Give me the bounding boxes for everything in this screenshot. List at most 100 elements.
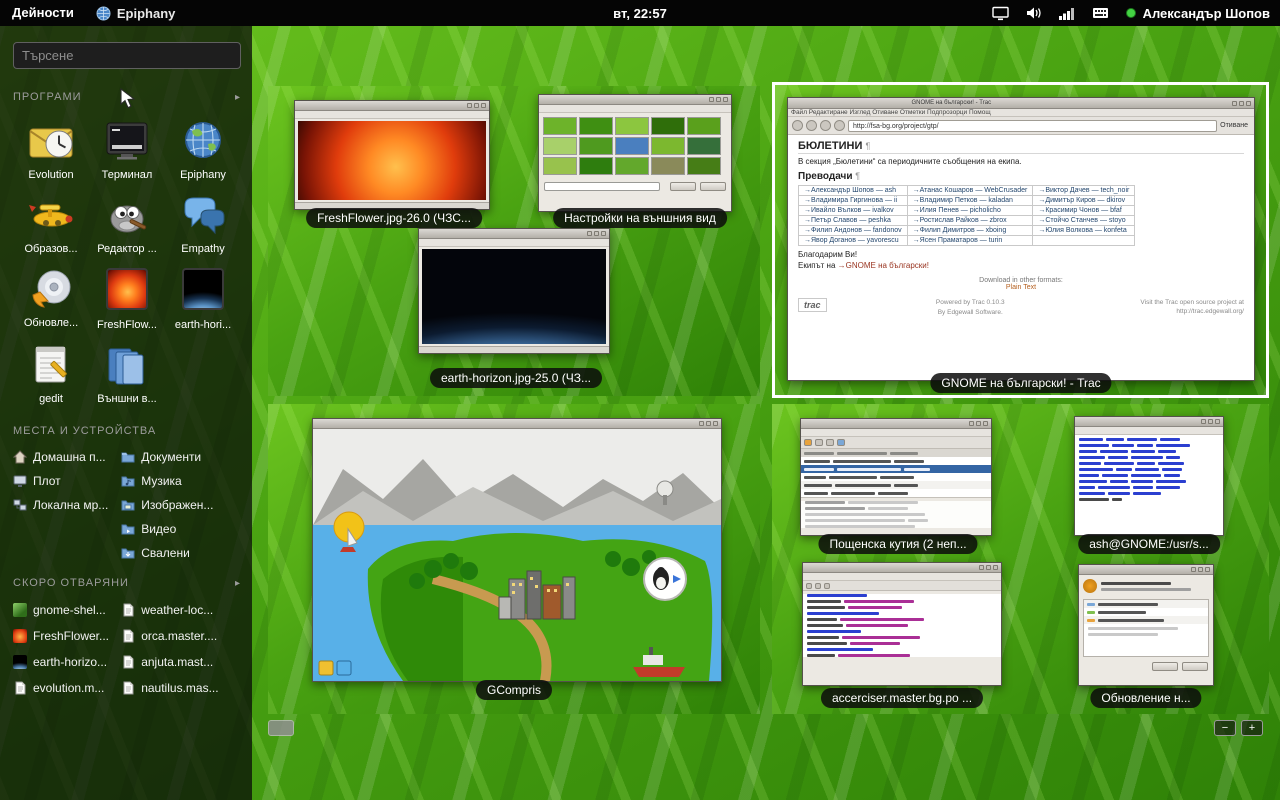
update-cancel-button[interactable] xyxy=(1152,662,1178,671)
place-music[interactable]: Музика xyxy=(121,469,241,493)
update-install-button[interactable] xyxy=(1182,662,1208,671)
window-terminal[interactable] xyxy=(1074,416,1224,536)
window-earth-horizon[interactable] xyxy=(418,228,610,354)
place-videos[interactable]: Видео xyxy=(121,517,241,541)
toolbar-button[interactable] xyxy=(815,583,821,589)
user-menu[interactable]: Александър Шопов xyxy=(1126,6,1270,21)
forward-icon[interactable] xyxy=(806,120,817,131)
app-item-gcompris[interactable]: Образов... xyxy=(13,187,89,261)
translator-cell[interactable]: →Ясен Праматаров — turin xyxy=(907,236,1033,246)
recent-item-weather[interactable]: weather-loc... xyxy=(121,597,241,623)
window-freshflower[interactable] xyxy=(294,100,490,210)
place-desktop[interactable]: Плот xyxy=(13,469,121,493)
home-icon[interactable] xyxy=(834,120,845,131)
appearance-combo[interactable] xyxy=(544,182,660,191)
window-software-update[interactable] xyxy=(1078,564,1214,686)
place-downloads[interactable]: Свалени xyxy=(121,541,241,565)
workspace-1[interactable]: FreshFlower.jpg-26.0 (ЧЗС... Настройки н… xyxy=(268,86,760,396)
plain-text-link[interactable]: Plain Text xyxy=(1006,284,1036,291)
display-icon[interactable] xyxy=(992,6,1009,21)
list-item[interactable] xyxy=(801,481,991,489)
volume-icon[interactable] xyxy=(1026,6,1042,20)
window-appearance[interactable] xyxy=(538,94,732,212)
place-home[interactable]: Домашна п... xyxy=(13,445,121,469)
list-item[interactable] xyxy=(801,473,991,481)
list-item[interactable] xyxy=(801,465,991,473)
translator-cell[interactable]: →Красимир Чонов — bfaf xyxy=(1033,206,1135,216)
focused-app-menu[interactable]: Epiphany xyxy=(96,6,176,21)
recent-item-evolution-file[interactable]: evolution.m... xyxy=(13,675,121,701)
window-po-editor[interactable] xyxy=(802,562,1002,686)
app-item-software-update[interactable]: Обновле... xyxy=(13,261,89,337)
app-item-earth-horizon[interactable]: earth-hori... xyxy=(165,261,241,337)
team-link[interactable]: →GNOME на български! xyxy=(838,261,929,270)
clock[interactable]: вт, 22:57 xyxy=(613,6,667,21)
app-item-gedit[interactable]: gedit xyxy=(13,337,89,411)
translator-cell[interactable]: →Александър Шопов — ash xyxy=(799,186,908,196)
appearance-button[interactable] xyxy=(670,182,696,191)
translator-cell[interactable]: →Ивайло Вълков — ivalkov xyxy=(799,206,908,216)
list-item[interactable] xyxy=(1084,616,1208,624)
go-button[interactable]: Отиване xyxy=(1220,122,1250,129)
app-item-epiphany[interactable]: Epiphany xyxy=(165,113,241,187)
back-icon[interactable] xyxy=(792,120,803,131)
keyboard-icon[interactable] xyxy=(1092,6,1109,20)
translator-cell[interactable]: →Юлия Волкова — konfeta xyxy=(1033,226,1135,236)
translator-cell[interactable]: →Явор Доганов — yavorescu xyxy=(799,236,908,246)
workspace-4[interactable]: Пощенска кутия (2 неп... ash@GNOME:/usr/… xyxy=(772,404,1269,714)
app-item-empathy[interactable]: Empathy xyxy=(165,187,241,261)
workspace-add-button[interactable]: + xyxy=(1241,720,1263,736)
translator-cell[interactable]: →Петър Славов — peshka xyxy=(799,216,908,226)
window-mail[interactable] xyxy=(800,418,992,536)
terminal-output[interactable] xyxy=(1075,438,1223,504)
browser-menubar[interactable]: Файл Редактиране Изглед Отиване Отметки … xyxy=(788,109,1254,117)
translator-cell[interactable]: →Атанас Кошаров — WebCrusader xyxy=(907,186,1033,196)
activities-button[interactable]: Дейности xyxy=(0,0,86,26)
workspace-2[interactable]: GNOME на български! - Trac Файл Редактир… xyxy=(772,82,1269,398)
chevron-right-icon[interactable]: ▸ xyxy=(235,92,241,103)
address-bar[interactable]: http://fsa-bg.org/project/gtp/ xyxy=(848,120,1217,132)
place-local-network[interactable]: Локална мр... xyxy=(13,493,121,517)
toolbar-button[interactable] xyxy=(815,439,823,446)
recent-item-orca[interactable]: orca.master.... xyxy=(121,623,241,649)
window-epiphany-trac[interactable]: GNOME на български! - Trac Файл Редактир… xyxy=(787,97,1255,381)
translator-cell[interactable]: →Виктор Дачев — tech_noir xyxy=(1033,186,1135,196)
editor-text-area[interactable] xyxy=(803,594,1001,657)
toolbar-button[interactable] xyxy=(826,439,834,446)
translator-cell[interactable]: →Стойчо Станчев — stoyo xyxy=(1033,216,1135,226)
translator-cell[interactable]: →Филип Димитров — xboing xyxy=(907,226,1033,236)
list-item[interactable] xyxy=(801,457,991,465)
search-input[interactable] xyxy=(13,42,241,69)
translator-cell[interactable]: →Владимира Гиргинова — ii xyxy=(799,196,908,206)
reload-icon[interactable] xyxy=(820,120,831,131)
recent-item-freshflower[interactable]: FreshFlower... xyxy=(13,623,121,649)
recent-item-anjuta[interactable]: anjuta.mast... xyxy=(121,649,241,675)
pilcrow-anchor[interactable]: ¶ xyxy=(855,171,860,181)
toolbar-button[interactable] xyxy=(824,583,830,589)
list-item[interactable] xyxy=(1084,600,1208,608)
translator-cell[interactable] xyxy=(1033,236,1135,246)
app-item-gimp[interactable]: Редактор ... xyxy=(89,187,165,261)
list-item[interactable] xyxy=(1084,608,1208,616)
list-item[interactable] xyxy=(801,489,991,497)
toolbar-button[interactable] xyxy=(837,439,845,446)
recent-item-gnome-shell[interactable]: gnome-shel... xyxy=(13,597,121,623)
appearance-button[interactable] xyxy=(700,182,726,191)
window-gcompris[interactable] xyxy=(312,418,722,682)
pilcrow-anchor[interactable]: ¶ xyxy=(865,141,870,151)
recent-item-earth-horizon[interactable]: earth-horizo... xyxy=(13,649,121,675)
mail-message-list[interactable] xyxy=(801,449,991,498)
workspace-remove-button[interactable]: − xyxy=(1214,720,1236,736)
app-item-evolution[interactable]: Evolution xyxy=(13,113,89,187)
translator-cell[interactable]: →Илия Пенев — picholicho xyxy=(907,206,1033,216)
app-item-freshflower[interactable]: FreshFlow... xyxy=(89,261,165,337)
translator-cell[interactable]: →Димитър Киров — dkirov xyxy=(1033,196,1135,206)
toolbar-button[interactable] xyxy=(804,439,812,446)
workspace-3[interactable]: GCompris xyxy=(268,404,760,714)
translator-cell[interactable]: →Филип Андонов — fandonov xyxy=(799,226,908,236)
place-documents[interactable]: Документи xyxy=(121,445,241,469)
translator-cell[interactable]: →Ростислав Райков — zbrox xyxy=(907,216,1033,226)
toolbar-button[interactable] xyxy=(806,583,812,589)
app-item-external-volumes[interactable]: Външни в... xyxy=(89,337,165,411)
update-list[interactable] xyxy=(1083,599,1209,657)
